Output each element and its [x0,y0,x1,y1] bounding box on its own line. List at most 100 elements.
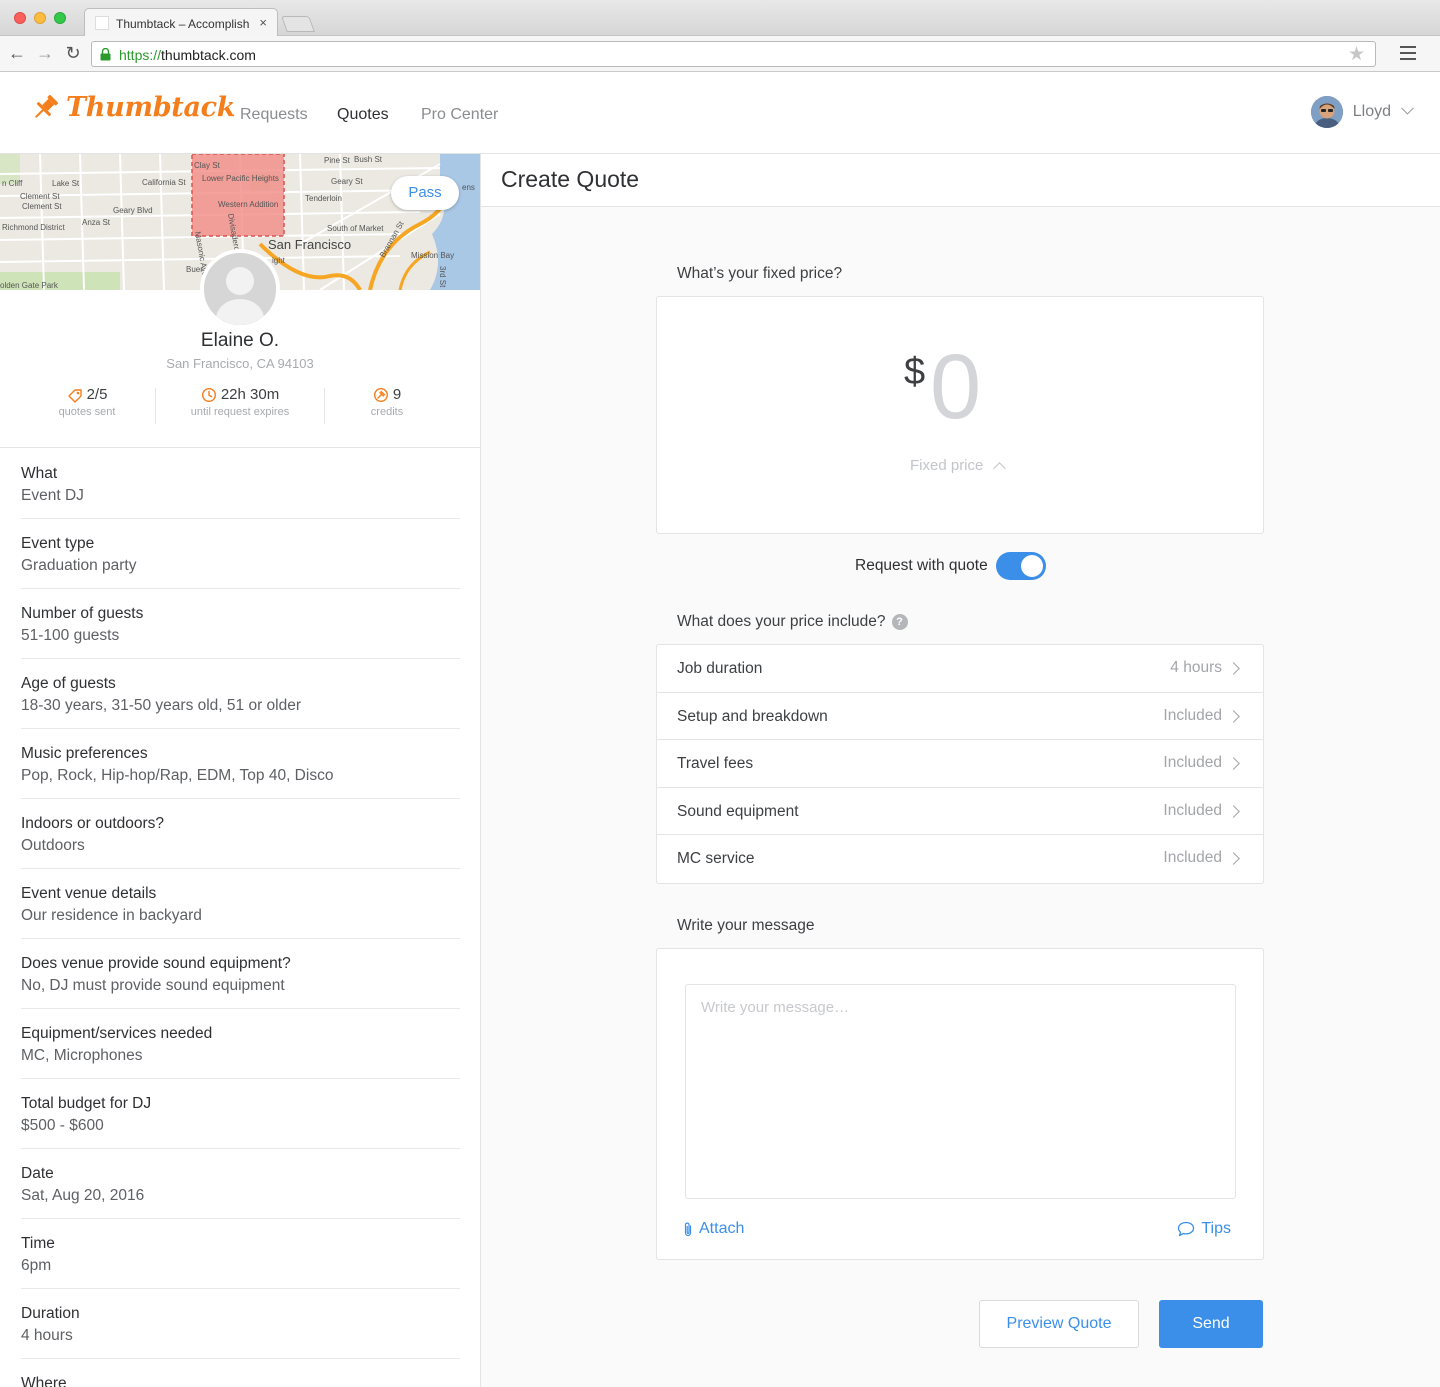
url-text: https://thumbtack.com [119,47,256,63]
detail-label: Event type [21,535,95,552]
create-quote-header: Create Quote [481,154,1440,207]
maximize-window-button[interactable] [54,12,66,24]
tab-title: Thumbtack – Accomplish [116,17,250,31]
new-tab-button[interactable] [281,16,315,32]
include-row-mc[interactable]: MC service Included [657,835,1263,883]
detail-music: Music preferences Pop, Rock, Hip-hop/Rap,… [21,729,460,799]
include-row-job-duration[interactable]: Job duration 4 hours [657,645,1263,693]
attach-label: Attach [699,1220,745,1237]
minimize-window-button[interactable] [34,12,46,24]
send-button[interactable]: Send [1159,1300,1263,1348]
detail-label: Where [21,1375,67,1387]
detail-value: Sat, Aug 20, 2016 [21,1187,145,1204]
stat-value: 9 [392,386,402,403]
include-row-sound[interactable]: Sound equipment Included [657,788,1263,835]
include-name: Travel fees [677,755,754,772]
customer-avatar [200,249,280,329]
chevron-down-icon [1401,101,1414,115]
back-arrow-icon[interactable]: ← [6,42,28,64]
request-details-list: What Event DJ Event type Graduation party … [0,447,480,1387]
url-scheme: https:// [119,47,162,63]
detail-value: $500 - $600 [21,1117,104,1134]
include-row-travel[interactable]: Travel fees Included [657,740,1263,788]
detail-sound: Does venue provide sound equipment? No, D… [21,939,460,1009]
map-label: Mission Bay [411,251,454,260]
include-value: 4 hours [1170,659,1222,676]
include-name: Setup and breakdown [677,707,828,725]
detail-venue: Event venue details Our residence in back… [21,869,460,939]
clock-icon [201,387,216,402]
map-label: California St [142,178,186,187]
toggle-knob [1020,555,1043,577]
detail-label: Equipment/services needed [21,1025,213,1042]
detail-where: Where [21,1359,460,1387]
chevron-up-icon [993,461,1007,475]
nav-quotes[interactable]: Quotes [337,106,389,124]
request-with-quote-row: Request with quote [855,552,1046,580]
price-type-selector[interactable]: Fixed price [910,457,1007,475]
message-input[interactable] [685,984,1236,1199]
chevron-right-icon [1227,852,1240,865]
browser-tab[interactable]: Thumbtack – Accomplish × [84,8,278,36]
nav-requests[interactable]: Requests [240,106,308,124]
include-row-setup[interactable]: Setup and breakdown Included [657,693,1263,740]
user-name: Lloyd [1352,103,1391,120]
map-label: Western Addition [218,200,278,209]
include-name: MC service [677,850,755,867]
detail-value: No, DJ must provide sound equipment [21,977,285,994]
detail-label: Duration [21,1305,80,1322]
stat-quotes-sent: 2/5 quotes sent [20,386,154,418]
include-name: Sound equipment [677,802,799,820]
detail-value: Event DJ [21,487,84,504]
detail-label: Does venue provide sound equipment? [21,955,291,972]
map-label: Geary St [331,177,363,186]
include-name: Job duration [677,660,763,677]
create-quote-panel: Create Quote What’s your fixed price? $ … [481,154,1440,1387]
detail-budget: Total budget for DJ $500 - $600 [21,1079,460,1149]
tab-close-icon[interactable]: × [259,15,267,30]
map-label: olden Gate Park [0,281,59,290]
tips-link[interactable]: Tips [1177,1220,1231,1238]
thumbtack-logo[interactable]: Thumbtack [30,92,236,123]
detail-value: Our residence in backyard [21,907,202,924]
chevron-right-icon [1227,709,1240,723]
price-includes-list: Job duration 4 hours Setup and breakdown… [656,644,1264,884]
preview-quote-button[interactable]: Preview Quote [979,1300,1139,1348]
map-label: Geary Blvd [113,206,153,215]
browser-menu-icon[interactable] [1400,46,1416,60]
reload-icon[interactable]: ↻ [62,42,84,64]
map-label: Pine St [324,156,351,165]
detail-label: What [21,465,58,482]
lock-icon [100,48,111,61]
bookmark-star-icon[interactable]: ★ [1348,43,1365,66]
forward-arrow-icon[interactable]: → [34,42,56,64]
nav-pro-center[interactable]: Pro Center [421,106,498,124]
pin-icon [373,387,388,402]
user-menu[interactable]: Lloyd [1310,96,1414,128]
pass-button[interactable]: Pass [391,176,459,210]
detail-what: What Event DJ [21,448,460,519]
price-input[interactable]: 0 [930,336,981,438]
stat-label: until request expires [190,406,290,418]
help-icon[interactable]: ? [891,614,908,630]
detail-label: Date [21,1165,54,1182]
favicon-icon [95,16,109,30]
address-bar[interactable]: https://thumbtack.com ★ [91,41,1376,67]
page-title: Create Quote [501,166,640,192]
detail-value: Pop, Rock, Hip-hop/Rap, EDM, Top 40, Dis… [21,767,334,784]
message-title: Write your message [677,917,815,934]
map-label: 3rd St [438,266,447,288]
stat-credits: 9 credits [325,386,449,418]
fixed-price-box[interactable]: $ 0 Fixed price [656,296,1264,534]
detail-event-type: Event type Graduation party [21,519,460,589]
detail-value: Outdoors [21,837,85,854]
include-value: Included [1163,706,1222,724]
price-question: What’s your fixed price? [677,265,843,282]
logo-text: Thumbtack [66,92,236,123]
close-window-button[interactable] [14,12,26,24]
attach-link[interactable]: Attach [683,1220,744,1238]
include-value: Included [1163,754,1222,771]
request-with-quote-toggle[interactable] [995,552,1046,580]
avatar [1310,96,1343,128]
stat-value: 2/5 [86,386,108,403]
